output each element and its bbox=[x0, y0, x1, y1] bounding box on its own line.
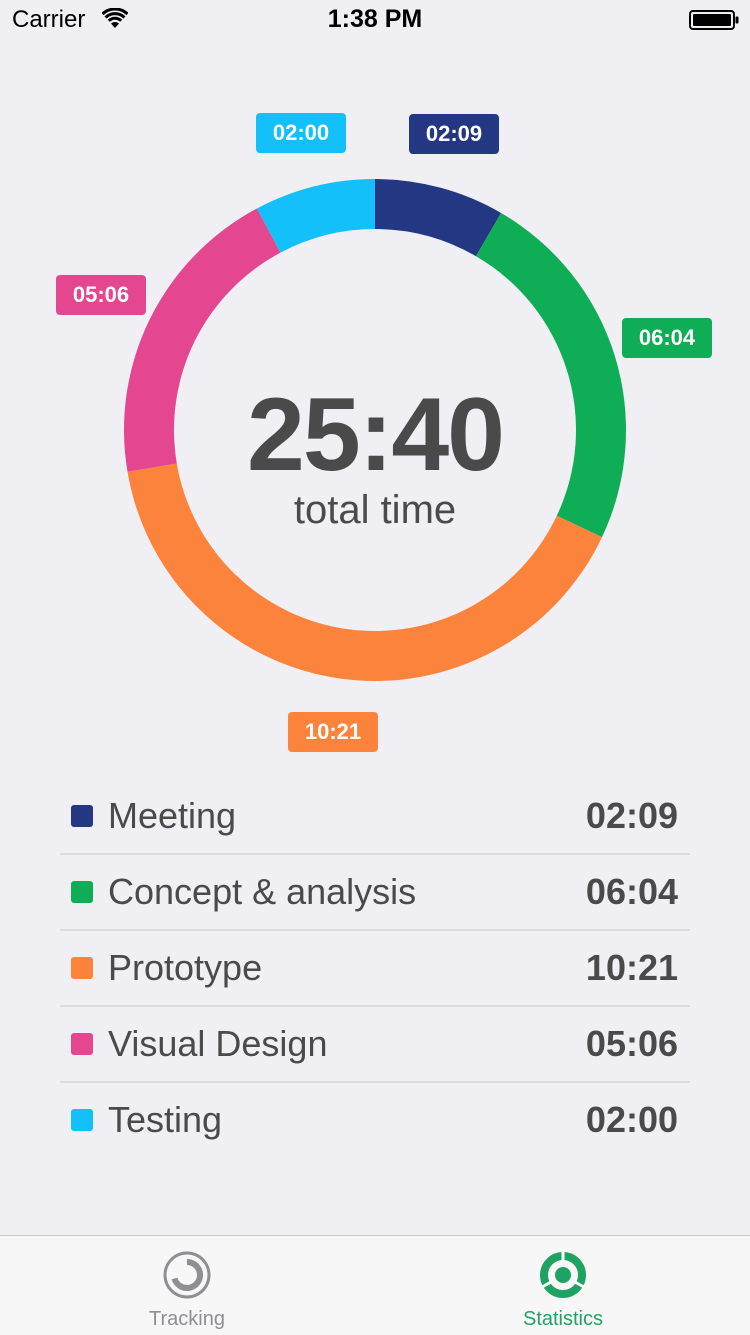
visual-design-color-swatch bbox=[71, 1033, 93, 1055]
meeting-color-swatch bbox=[71, 805, 93, 827]
category-name: Prototype bbox=[108, 947, 263, 988]
status-bar: Carrier 1:38 PM bbox=[0, 0, 750, 40]
category-name: Concept & analysis bbox=[108, 871, 417, 912]
total-time-value: 25:40 bbox=[247, 377, 505, 493]
category-time: 02:09 bbox=[585, 795, 678, 836]
total-time-label: total time bbox=[293, 488, 457, 532]
category-name: Meeting bbox=[108, 795, 237, 836]
statistics-icon bbox=[540, 1252, 586, 1298]
donut-slice-testing bbox=[256, 179, 375, 253]
tab-bar: Tracking Statistics bbox=[0, 1235, 750, 1335]
list-item-concept[interactable]: Concept & analysis 06:04 bbox=[60, 855, 690, 931]
category-name: Visual Design bbox=[108, 1023, 328, 1064]
list-item-testing[interactable]: Testing 02:00 bbox=[60, 1083, 690, 1157]
slice-label-visual-design: 05:06 bbox=[56, 275, 146, 315]
category-time: 05:06 bbox=[585, 1023, 678, 1064]
category-time: 10:21 bbox=[585, 947, 678, 988]
category-time: 06:04 bbox=[585, 871, 678, 912]
category-list: Meeting 02:09 Concept & analysis 06:04 P… bbox=[60, 779, 690, 1157]
list-item-meeting[interactable]: Meeting 02:09 bbox=[60, 779, 690, 855]
list-item-visual-design[interactable]: Visual Design 05:06 bbox=[60, 1007, 690, 1083]
concept-color-swatch bbox=[71, 881, 93, 903]
list-item-prototype[interactable]: Prototype 10:21 bbox=[60, 931, 690, 1007]
time-donut-chart: 02:09 06:04 10:21 05:06 02:00 25:40 tota… bbox=[0, 100, 750, 770]
tab-tracking-label: Tracking bbox=[149, 1308, 225, 1330]
tab-tracking[interactable]: Tracking bbox=[97, 1236, 277, 1335]
slice-label-concept: 06:04 bbox=[622, 318, 712, 358]
slice-label-prototype: 10:21 bbox=[288, 712, 378, 752]
slice-label-testing: 02:00 bbox=[256, 113, 346, 153]
battery-icon bbox=[689, 10, 739, 30]
prototype-color-swatch bbox=[71, 957, 93, 979]
category-time: 02:00 bbox=[585, 1099, 678, 1140]
tab-statistics-label: Statistics bbox=[522, 1308, 604, 1330]
tracking-icon bbox=[163, 1251, 211, 1299]
testing-color-swatch bbox=[71, 1109, 93, 1131]
category-name: Testing bbox=[108, 1099, 223, 1140]
clock: 1:38 PM bbox=[327, 5, 423, 33]
tab-statistics[interactable]: Statistics bbox=[473, 1236, 653, 1335]
slice-label-meeting: 02:09 bbox=[409, 114, 499, 154]
donut-slice-meeting bbox=[375, 179, 502, 257]
